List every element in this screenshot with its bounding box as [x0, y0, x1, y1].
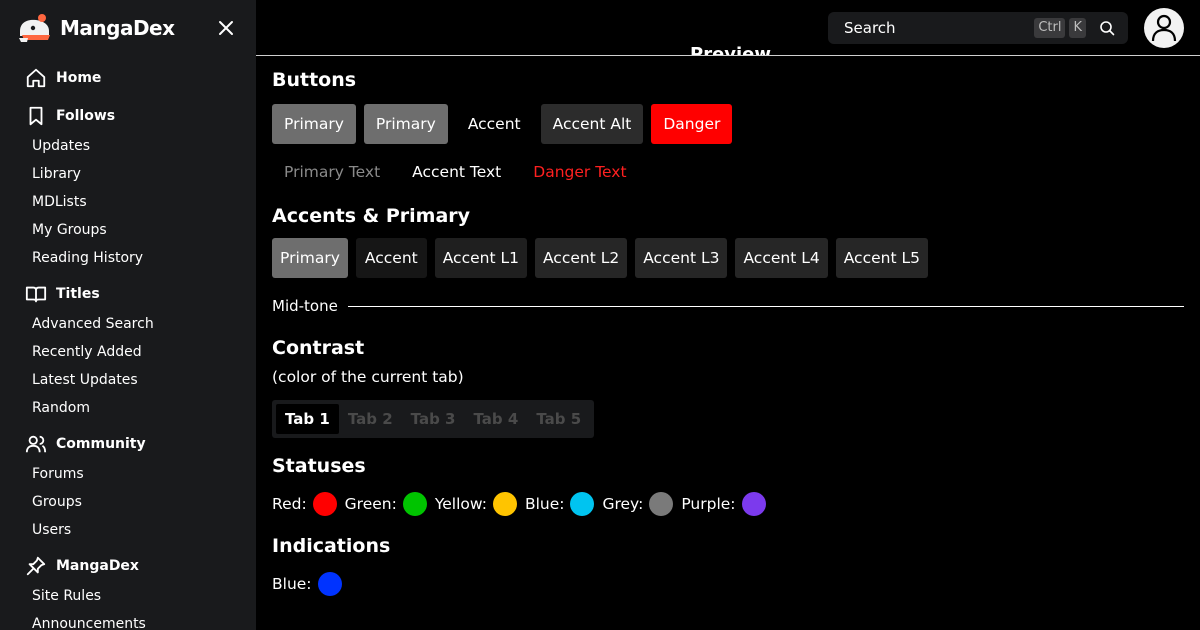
accent-text-button[interactable]: Accent Text	[400, 152, 513, 192]
sidebar-section-follows[interactable]: Follows	[0, 100, 256, 132]
sidebar: MangaDex Home Follows Updates Library MDList…	[0, 0, 256, 630]
accent-button[interactable]: Accent	[455, 104, 533, 144]
pin-icon	[24, 554, 48, 578]
book-open-icon	[24, 282, 48, 306]
sidebar-item-updates[interactable]: Updates	[0, 132, 256, 160]
user-avatar[interactable]	[1144, 8, 1184, 48]
status-dot-green	[402, 492, 427, 516]
sidebar-item-random[interactable]: Random	[0, 394, 256, 422]
bookmark-icon	[24, 104, 48, 128]
status-dot-purple	[741, 492, 766, 516]
sidebar-section-label: Community	[56, 436, 146, 452]
sidebar-item-recently-added[interactable]: Recently Added	[0, 338, 256, 366]
statuses-title: Statuses	[272, 455, 366, 477]
accent-primary-button[interactable]: Primary	[272, 238, 348, 278]
accent-alt-button[interactable]: Accent Alt	[540, 104, 644, 144]
sidebar-section-home[interactable]: Home	[0, 62, 256, 94]
brand-name[interactable]: MangaDex	[60, 16, 175, 40]
status-label: Yellow:	[434, 495, 487, 513]
home-icon	[24, 66, 48, 90]
search-placeholder: Search	[844, 19, 896, 37]
sidebar-section-mangadex[interactable]: MangaDex	[0, 550, 256, 582]
user-icon	[1151, 14, 1177, 42]
preview-label: Preview	[690, 44, 772, 56]
mangadex-logo-icon[interactable]	[16, 11, 54, 45]
buttons-row: Primary Primary Accent Accent Alt Danger	[272, 104, 1184, 144]
accent-button-2[interactable]: Accent	[355, 238, 427, 278]
status-label: Blue:	[272, 575, 312, 593]
primary-button-2[interactable]: Primary	[363, 104, 448, 144]
statuses-row: Red: Green: Yellow: Blue: Grey: Purple:	[272, 490, 1184, 518]
status-dot-blue	[317, 572, 342, 596]
accents-title: Accents & Primary	[272, 205, 471, 227]
status-dot-grey	[649, 492, 674, 516]
shortcut-key-k: K	[1069, 18, 1086, 38]
accent-l4-button[interactable]: Accent L4	[735, 238, 828, 278]
sidebar-item-latest-updates[interactable]: Latest Updates	[0, 366, 256, 394]
users-icon	[24, 432, 48, 456]
contrast-title: Contrast	[272, 337, 365, 359]
status-label: Green:	[344, 495, 397, 513]
sidebar-item-my-groups[interactable]: My Groups	[0, 216, 256, 244]
sidebar-section-titles[interactable]: Titles	[0, 278, 256, 310]
accent-l3-button[interactable]: Accent L3	[635, 238, 728, 278]
status-dot-red	[312, 492, 337, 516]
sidebar-section-community[interactable]: Community	[0, 428, 256, 460]
danger-button[interactable]: Danger	[651, 104, 733, 144]
search-icon[interactable]	[1096, 17, 1118, 39]
sidebar-item-site-rules[interactable]: Site Rules	[0, 582, 256, 610]
midtone-row: Mid-tone	[272, 294, 1184, 318]
status-label: Red:	[272, 495, 307, 513]
indications-row: Blue:	[272, 570, 1184, 598]
indications-title: Indications	[272, 535, 391, 557]
close-sidebar-button[interactable]	[212, 14, 240, 42]
sidebar-nav: Home Follows Updates Library MDLists My Group…	[0, 62, 256, 630]
midtone-divider	[347, 305, 1184, 307]
close-icon	[219, 21, 233, 35]
primary-text-button[interactable]: Primary Text	[272, 152, 392, 192]
sidebar-item-groups[interactable]: Groups	[0, 488, 256, 516]
search-input[interactable]: Search Ctrl K	[828, 12, 1128, 44]
sidebar-item-library[interactable]: Library	[0, 160, 256, 188]
sidebar-section-label: MangaDex	[56, 558, 139, 574]
primary-button[interactable]: Primary	[272, 104, 356, 144]
brand-row: MangaDex	[16, 10, 240, 46]
tab-bar: Tab 1 Tab 2 Tab 3 Tab 4 Tab 5	[272, 400, 595, 438]
status-label: Grey:	[602, 495, 644, 513]
sidebar-item-mdlists[interactable]: MDLists	[0, 188, 256, 216]
sidebar-item-announcements[interactable]: Announcements	[0, 610, 256, 630]
theme-preview: Buttons Primary Primary Accent Accent Al…	[272, 56, 1184, 598]
sidebar-item-advanced-search[interactable]: Advanced Search	[0, 310, 256, 338]
sidebar-section-label: Titles	[56, 286, 100, 302]
accents-row: Primary Accent Accent L1 Accent L2 Accen…	[272, 238, 1184, 278]
contrast-subtitle: (color of the current tab)	[272, 368, 464, 386]
status-dot-yellow	[492, 492, 517, 516]
sidebar-section-label: Home	[56, 70, 102, 86]
tab-4[interactable]: Tab 4	[464, 404, 527, 434]
sidebar-item-reading-history[interactable]: Reading History	[0, 244, 256, 272]
tab-2[interactable]: Tab 2	[339, 404, 402, 434]
accent-l5-button[interactable]: Accent L5	[835, 238, 928, 278]
text-buttons-row: Primary Text Accent Text Danger Text	[272, 152, 1184, 192]
sidebar-item-forums[interactable]: Forums	[0, 460, 256, 488]
tab-1[interactable]: Tab 1	[276, 404, 339, 434]
tab-3[interactable]: Tab 3	[402, 404, 465, 434]
status-label: Blue:	[524, 495, 565, 513]
midtone-label: Mid-tone	[272, 297, 338, 315]
accent-l2-button[interactable]: Accent L2	[534, 238, 628, 278]
shortcut-key-ctrl: Ctrl	[1034, 18, 1066, 38]
sidebar-item-users[interactable]: Users	[0, 516, 256, 544]
danger-text-button[interactable]: Danger Text	[521, 152, 638, 192]
status-label: Purple:	[681, 495, 736, 513]
tab-5[interactable]: Tab 5	[527, 404, 590, 434]
status-dot-blue	[570, 492, 595, 516]
sidebar-section-label: Follows	[56, 108, 116, 124]
buttons-title: Buttons	[272, 69, 357, 91]
accent-l1-button[interactable]: Accent L1	[434, 238, 527, 278]
